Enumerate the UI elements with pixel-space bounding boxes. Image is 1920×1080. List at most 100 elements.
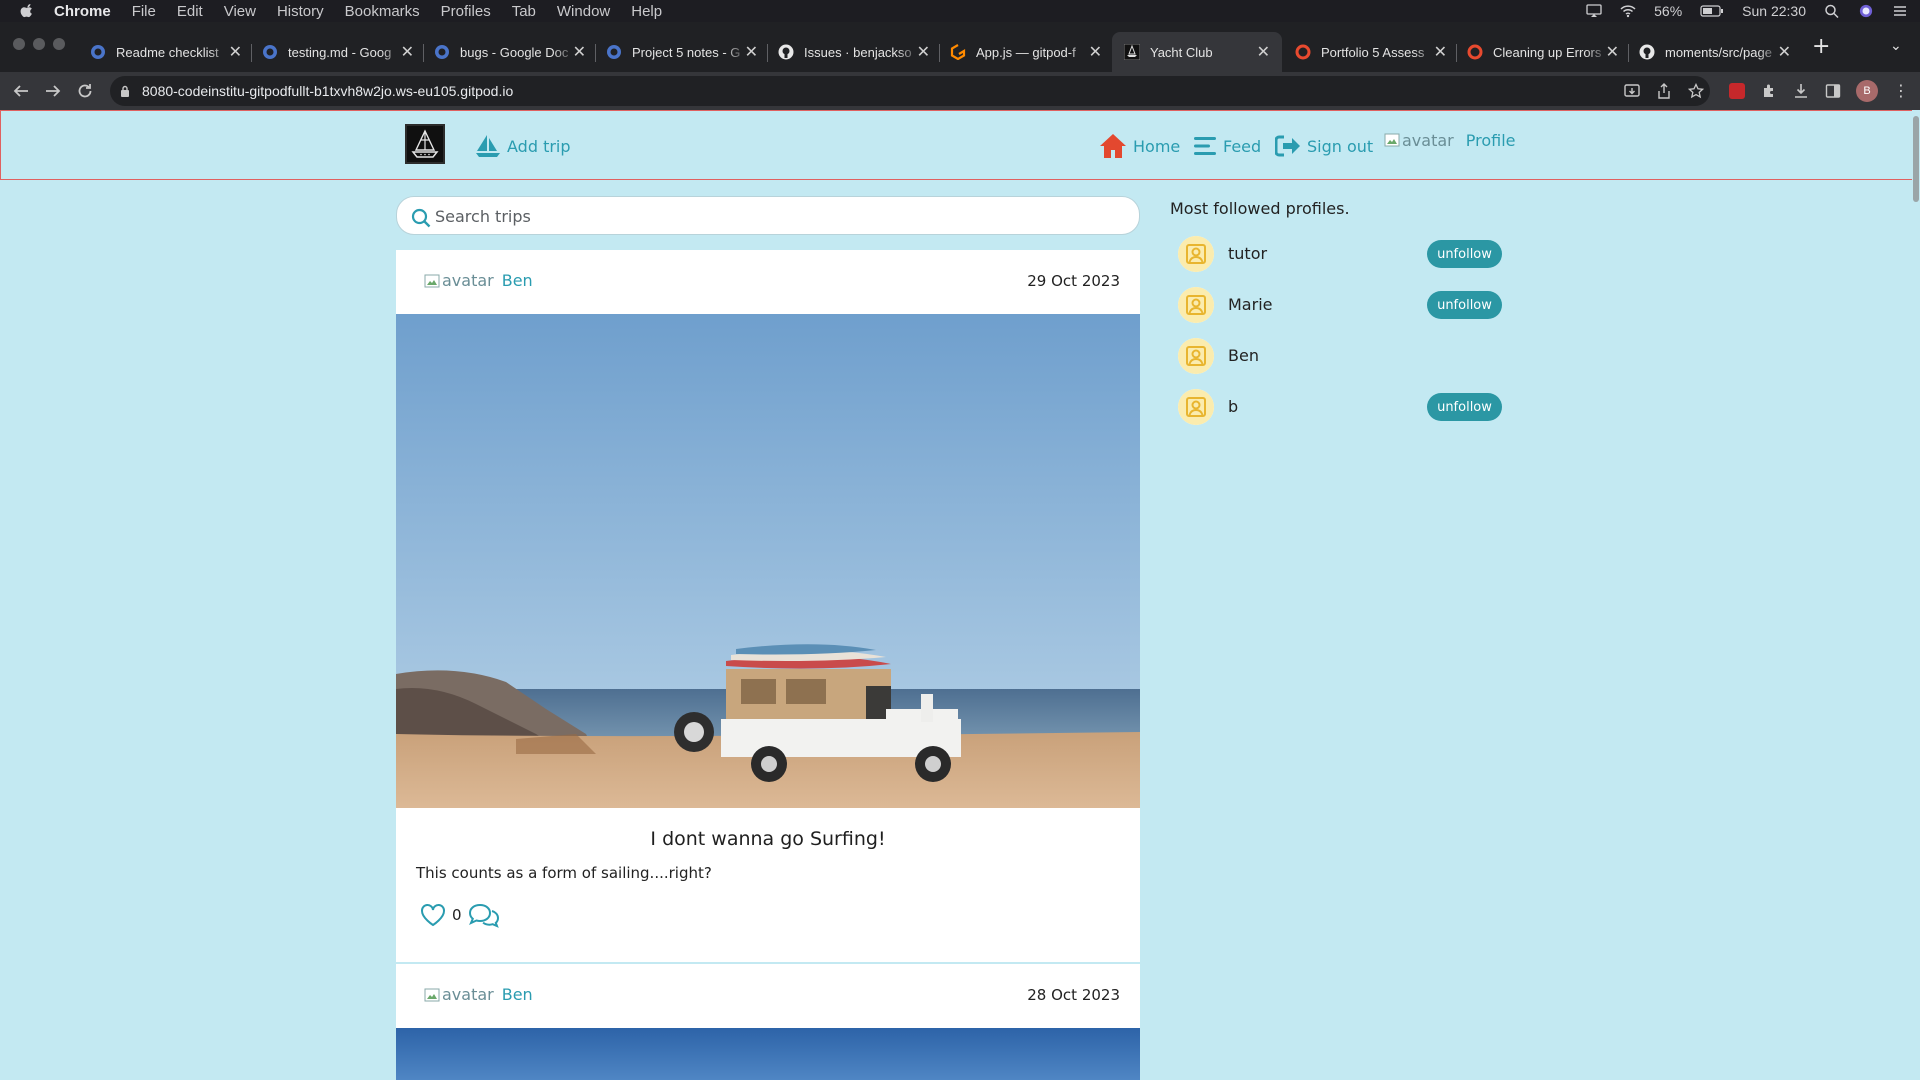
extension-red-icon[interactable] (1729, 83, 1745, 99)
close-tab-icon[interactable]: ✕ (1089, 42, 1102, 62)
siri-icon[interactable] (1858, 4, 1874, 18)
lock-icon[interactable] (120, 85, 130, 97)
browser-tab[interactable]: testing.md - Goog ✕ (262, 32, 414, 72)
browser-tab[interactable]: bugs - Google Doc ✕ (434, 32, 586, 72)
popular-profiles-title: Most followed profiles. (1170, 199, 1350, 218)
minimize-window-button[interactable] (33, 38, 45, 50)
profile-avatar[interactable] (1178, 287, 1214, 323)
search-trips-input[interactable] (435, 204, 1115, 228)
close-tab-icon[interactable]: ✕ (1257, 42, 1270, 62)
install-app-icon[interactable] (1624, 83, 1640, 99)
profile-avatar[interactable] (1178, 389, 1214, 425)
profile-avatar[interactable] (1178, 338, 1214, 374)
screen-mirroring-icon[interactable] (1586, 4, 1602, 18)
home-link[interactable]: Home (1099, 133, 1180, 159)
menu-edit[interactable]: Edit (177, 3, 203, 20)
profile-name[interactable]: tutor (1228, 244, 1267, 263)
tab-title: testing.md - Goog (288, 44, 392, 60)
menu-profiles[interactable]: Profiles (441, 3, 491, 20)
menu-bar-clock: Sun 22:30 (1742, 3, 1806, 19)
control-center-icon[interactable] (1892, 4, 1908, 18)
apple-menu-icon[interactable] (20, 4, 34, 18)
share-icon[interactable] (1656, 83, 1672, 99)
menu-view[interactable]: View (224, 3, 256, 20)
unfollow-button[interactable]: unfollow (1427, 291, 1502, 319)
close-tab-icon[interactable]: ✕ (573, 42, 586, 62)
broken-image-icon (1384, 133, 1400, 147)
unfollow-button[interactable]: unfollow (1427, 393, 1502, 421)
reload-icon[interactable] (76, 82, 94, 100)
menu-bookmarks[interactable]: Bookmarks (345, 3, 420, 20)
spotlight-search-icon[interactable] (1824, 4, 1840, 18)
profile-row[interactable]: b unfollow (1176, 387, 1506, 427)
close-tab-icon[interactable]: ✕ (745, 42, 758, 62)
tab-title: Portfolio 5 Assess (1321, 44, 1425, 60)
post-owner-link[interactable]: avatar Ben (424, 271, 533, 290)
zoom-window-button[interactable] (53, 38, 65, 50)
profile-name[interactable]: Ben (1228, 346, 1259, 365)
comments-icon[interactable] (468, 902, 500, 928)
back-arrow-icon[interactable] (12, 82, 30, 100)
yacht-club-logo[interactable] (405, 124, 445, 164)
menu-help[interactable]: Help (631, 3, 662, 20)
close-tab-icon[interactable]: ✕ (1434, 42, 1447, 62)
side-panel-icon[interactable] (1825, 83, 1841, 99)
browser-tab[interactable]: Issues · benjackso ✕ (778, 32, 930, 72)
scrollbar-thumb[interactable] (1913, 116, 1919, 202)
browser-tab[interactable]: App.js — gitpod-f ✕ (950, 32, 1102, 72)
tab-title: Cleaning up Errors (1493, 44, 1602, 60)
menu-history[interactable]: History (277, 3, 324, 20)
bookmark-star-icon[interactable] (1688, 83, 1704, 99)
tab-search-chevron-icon[interactable]: ⌄ (1890, 38, 1902, 54)
post-image[interactable] (396, 314, 1140, 808)
profile-name[interactable]: b (1228, 397, 1238, 416)
profile-name[interactable]: Marie (1228, 295, 1272, 314)
browser-tab[interactable]: Cleaning up Errors ✕ (1467, 32, 1619, 72)
profile-row[interactable]: Ben (1176, 336, 1506, 376)
page-scrollbar[interactable] (1912, 110, 1920, 1080)
heart-like-icon[interactable] (420, 903, 446, 927)
url-text[interactable]: 8080-codeinstitu-gitpodfullt-b1txvh8w2jo… (142, 83, 513, 99)
forward-arrow-icon[interactable] (44, 82, 62, 100)
browser-tab[interactable]: moments/src/page ✕ (1639, 32, 1791, 72)
add-trip-link[interactable]: Add trip (475, 133, 571, 159)
profile-label: Profile (1465, 130, 1516, 150)
browser-tab-active[interactable]: Yacht Club ✕ (1112, 32, 1282, 72)
unfollow-button[interactable]: unfollow (1427, 240, 1502, 268)
profile-avatar[interactable]: B (1856, 80, 1878, 102)
close-tab-icon[interactable]: ✕ (401, 42, 414, 62)
browser-tab[interactable]: Readme checklist ✕ (90, 32, 242, 72)
sailboat-logo-icon (411, 129, 439, 158)
profile-link[interactable]: avatar Profile (1384, 127, 1515, 153)
new-tab-button[interactable]: + (1812, 34, 1830, 59)
post-card: avatar Ben 28 Oct 2023 (396, 964, 1140, 1080)
post-owner-link[interactable]: avatar Ben (424, 985, 533, 1004)
menu-window[interactable]: Window (557, 3, 610, 20)
close-tab-icon[interactable]: ✕ (1606, 42, 1619, 62)
menu-file[interactable]: File (132, 3, 156, 20)
downloads-icon[interactable] (1793, 83, 1809, 99)
feed-link[interactable]: Feed (1193, 133, 1261, 159)
close-window-button[interactable] (13, 38, 25, 50)
sign-out-link[interactable]: Sign out (1275, 133, 1373, 159)
browser-tab[interactable]: Project 5 notes - G ✕ (606, 32, 758, 72)
wifi-icon[interactable] (1620, 4, 1636, 18)
post-image[interactable] (396, 1028, 1140, 1080)
close-tab-icon[interactable]: ✕ (917, 42, 930, 62)
profile-row[interactable]: tutor unfollow (1176, 234, 1506, 274)
close-tab-icon[interactable]: ✕ (229, 42, 242, 62)
close-tab-icon[interactable]: ✕ (1778, 42, 1791, 62)
post-card: avatar Ben 29 Oct 2023 I dont wanna go S… (396, 250, 1140, 962)
browser-tab[interactable]: Portfolio 5 Assess ✕ (1295, 32, 1447, 72)
sign-out-icon (1275, 135, 1300, 157)
post-owner-name: Ben (501, 271, 533, 290)
battery-icon[interactable] (1700, 4, 1724, 18)
address-bar[interactable]: 8080-codeinstitu-gitpodfullt-b1txvh8w2jo… (110, 76, 1710, 106)
profile-row[interactable]: Marie unfollow (1176, 285, 1506, 325)
chrome-menu-icon[interactable]: ⋮ (1893, 81, 1909, 100)
profile-avatar[interactable] (1178, 236, 1214, 272)
extensions-puzzle-icon[interactable] (1761, 83, 1777, 99)
window-controls (13, 38, 65, 50)
menu-tab[interactable]: Tab (512, 3, 536, 20)
menu-chrome[interactable]: Chrome (54, 3, 111, 20)
